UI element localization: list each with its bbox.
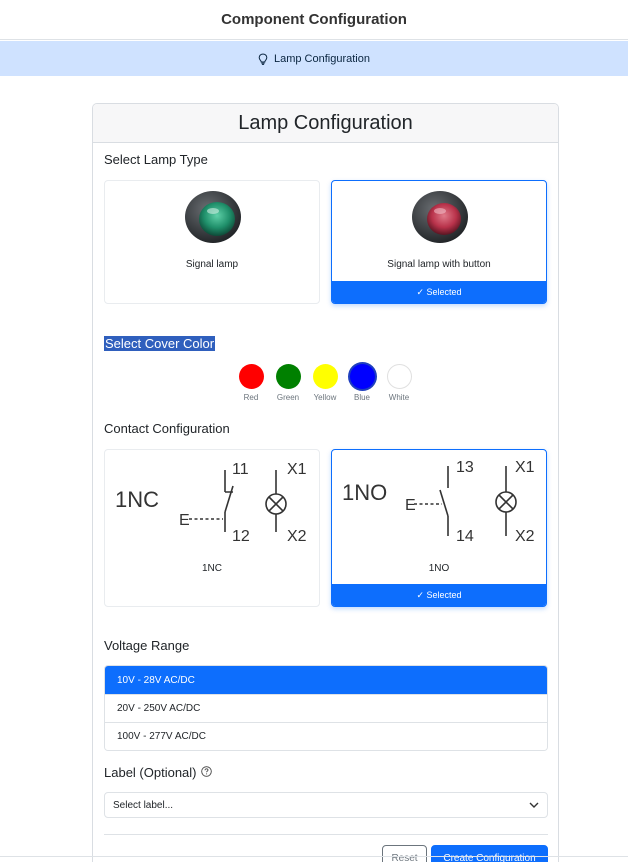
label-heading-text: Label (Optional) — [104, 765, 197, 780]
diagram-lamp-bottom: X2 — [515, 528, 535, 545]
chevron-down-icon — [529, 800, 539, 811]
voltage-range-heading: Voltage Range — [104, 638, 190, 653]
voltage-option-100v-277v[interactable]: 100V - 277V AC/DC — [105, 722, 547, 750]
card-header: Lamp Configuration — [93, 104, 558, 143]
tab-bar: Lamp Configuration — [0, 41, 628, 76]
signal-lamp-image — [185, 191, 241, 243]
contact-option-label: 1NC — [201, 563, 222, 574]
label-select[interactable]: Select label... — [104, 792, 548, 818]
contact-option-1nc[interactable]: 1NC 11 12 X1 X2 E 1NC — [104, 449, 320, 607]
color-swatch-white[interactable] — [387, 364, 412, 389]
voltage-option-10v-28v[interactable]: 10V - 28V AC/DC — [105, 666, 547, 694]
diagram-actuator: E — [405, 497, 416, 514]
diagram-lamp-bottom: X2 — [287, 528, 307, 545]
contact-option-label: 1NO — [428, 563, 450, 574]
lamp-type-heading: Select Lamp Type — [104, 152, 208, 167]
bottom-divider — [0, 856, 628, 857]
reset-button[interactable]: Reset — [382, 845, 427, 862]
voltage-list: 10V - 28V AC/DC 20V - 250V AC/DC 100V - … — [104, 665, 548, 751]
tab-lamp-configuration[interactable]: Lamp Configuration — [258, 53, 370, 65]
selected-badge: ✓ Selected — [332, 281, 546, 303]
cover-color-heading: Select Cover Color — [104, 336, 216, 351]
color-label-blue: Blue — [353, 393, 370, 402]
color-label-green: Green — [276, 393, 300, 402]
diagram-code: 1NC — [115, 487, 159, 512]
signal-lamp-button-image — [412, 191, 468, 243]
tab-label: Lamp Configuration — [273, 52, 370, 65]
color-label-yellow: Yellow — [313, 393, 337, 402]
lamp-option-signal-lamp-with-button[interactable]: Signal lamp with button ✓ Selected — [331, 180, 547, 304]
lamp-option-label: Signal lamp — [185, 259, 239, 270]
label-select-placeholder: Select label... — [113, 799, 174, 811]
diagram-terminal-bottom: 12 — [232, 528, 250, 545]
lamp-option-signal-lamp[interactable]: Signal lamp — [104, 180, 320, 304]
color-label-red: Red — [243, 393, 259, 402]
color-swatch-yellow[interactable] — [313, 364, 338, 389]
diagram-actuator: E — [179, 512, 190, 529]
diagram-terminal-bottom: 14 — [456, 528, 474, 545]
color-swatch-red[interactable] — [239, 364, 264, 389]
question-circle-icon[interactable] — [200, 765, 212, 780]
form-divider — [104, 834, 548, 835]
diagram-code: 1NO — [342, 480, 387, 505]
configuration-card: Lamp Configuration Select Lamp Type Sign… — [92, 103, 559, 862]
app-title: Component Configuration — [221, 11, 407, 28]
create-configuration-button[interactable]: Create Configuration — [431, 845, 548, 862]
color-label-white: White — [388, 393, 410, 402]
1no-diagram: 1NO 13 14 X1 X2 E — [342, 459, 535, 545]
lamp-option-label: Signal lamp with button — [387, 259, 491, 270]
selected-badge: ✓ Selected — [332, 584, 546, 606]
label-heading: Label (Optional) — [104, 765, 212, 780]
diagram-terminal-top: 13 — [456, 459, 474, 476]
app-header: Component Configuration — [0, 0, 628, 40]
lightbulb-icon — [258, 52, 268, 65]
color-swatch-green[interactable] — [276, 364, 301, 389]
voltage-option-20v-250v[interactable]: 20V - 250V AC/DC — [105, 694, 547, 722]
diagram-lamp-top: X1 — [287, 461, 307, 478]
1nc-diagram: 1NC 11 12 X1 X2 E — [115, 461, 307, 545]
contact-configuration-heading: Contact Configuration — [104, 421, 230, 436]
diagram-terminal-top: 11 — [232, 461, 249, 478]
card-title: Lamp Configuration — [238, 111, 413, 134]
contact-option-1no[interactable]: 1NO 13 14 X1 X2 E 1NO ✓ Selected — [331, 449, 547, 607]
color-swatch-blue[interactable] — [350, 364, 375, 389]
diagram-lamp-top: X1 — [515, 459, 535, 476]
